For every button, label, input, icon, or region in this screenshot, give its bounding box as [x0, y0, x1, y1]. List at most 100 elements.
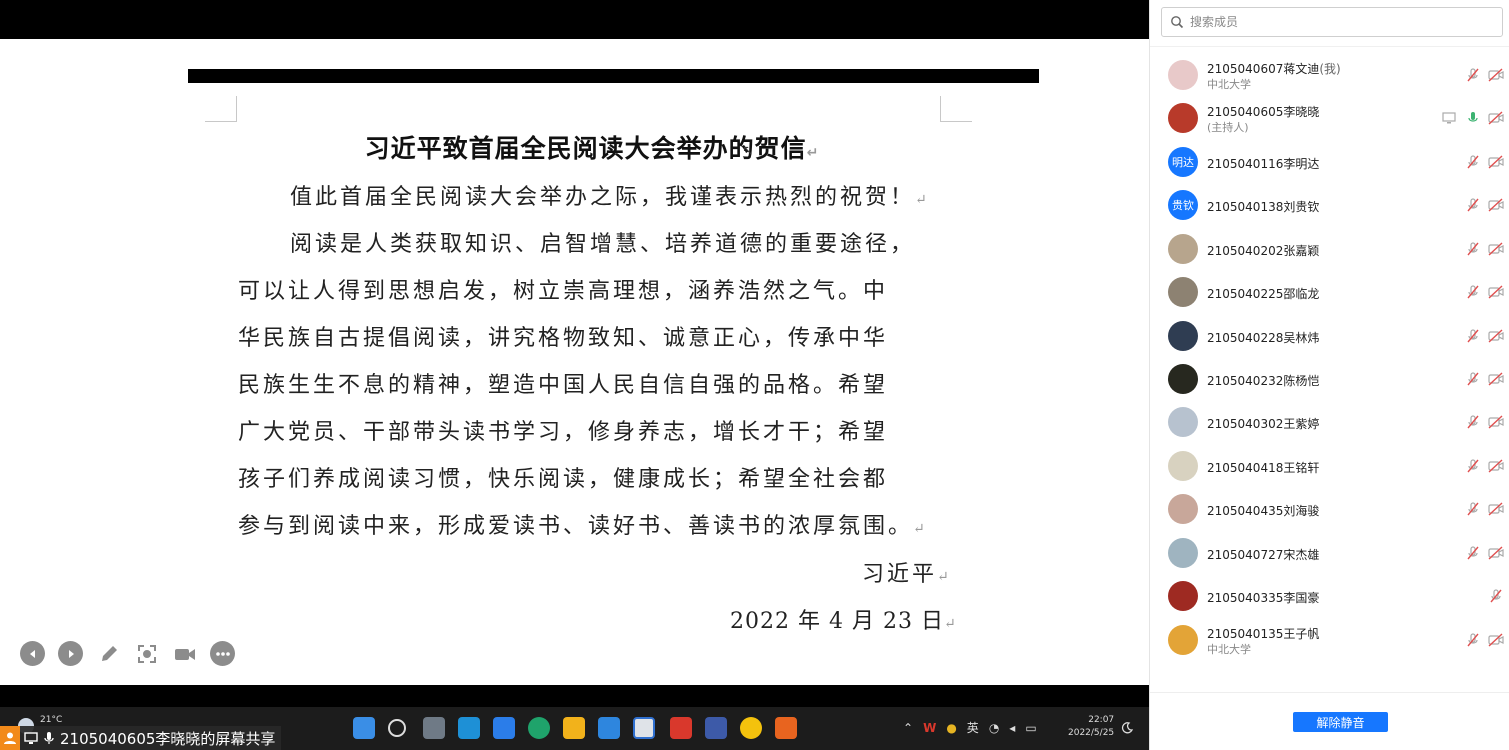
avatar: [1168, 407, 1198, 437]
wifi-icon[interactable]: ◔: [989, 721, 999, 735]
member-row[interactable]: 贵钦 2105040138刘贵钦: [1150, 185, 1509, 225]
avatar: [1168, 60, 1198, 90]
camera-icon[interactable]: [172, 641, 197, 666]
mic-muted-icon[interactable]: [1465, 241, 1481, 257]
screenshot-icon[interactable]: [134, 641, 159, 666]
member-name: 2105040435刘海骏: [1207, 502, 1319, 519]
mic-muted-icon[interactable]: [1465, 501, 1481, 517]
member-row[interactable]: 明达 2105040116李明达: [1150, 142, 1509, 182]
mic-muted-icon[interactable]: [1465, 458, 1481, 474]
camera-off-icon[interactable]: [1488, 632, 1504, 648]
member-row[interactable]: 2105040607蒋文迪(我) 中北大学: [1150, 55, 1509, 95]
input-method-indicator[interactable]: 英: [967, 719, 979, 736]
screen-share-status-icon[interactable]: [1441, 110, 1457, 126]
camera-off-icon[interactable]: [1488, 284, 1504, 300]
mic-muted-icon[interactable]: [1465, 414, 1481, 430]
mic-muted-icon[interactable]: [1465, 545, 1481, 561]
member-row[interactable]: 2105040335李国豪: [1150, 576, 1509, 616]
avatar: 贵钦: [1168, 190, 1198, 220]
task-view-icon[interactable]: [423, 717, 445, 739]
letter-line: 值此首届全民阅读大会举办之际，我谨表示热烈的祝贺！↵: [290, 185, 927, 210]
next-slide-icon[interactable]: [58, 641, 83, 666]
person-icon: [0, 726, 20, 750]
pen-icon[interactable]: [96, 641, 121, 666]
lanxin-icon[interactable]: [598, 717, 620, 739]
member-row[interactable]: 2105040225邵临龙: [1150, 272, 1509, 312]
letter-line: 民族生生不息的精神，塑造中国人民自信自强的品格。希望: [238, 373, 889, 398]
wps-icon[interactable]: [670, 717, 692, 739]
member-name-text: 2105040727宋杰雄: [1207, 548, 1320, 562]
mic-muted-icon[interactable]: [1465, 284, 1481, 300]
letter-line: 可以让人得到思想启发，树立崇高理想，涵养浩然之气。中: [238, 279, 889, 304]
tray-chevron-up-icon[interactable]: ⌃: [903, 721, 913, 735]
mic-muted-icon[interactable]: [1488, 588, 1504, 604]
member-search-input[interactable]: [1190, 15, 1490, 29]
member-row[interactable]: 2105040202张嘉颖: [1150, 229, 1509, 269]
camera-off-icon[interactable]: [1488, 110, 1504, 126]
camera-off-icon[interactable]: [1488, 154, 1504, 170]
camera-off-icon[interactable]: [1488, 501, 1504, 517]
prev-slide-icon[interactable]: [20, 641, 45, 666]
screen-share-icon[interactable]: [633, 717, 655, 739]
mic-muted-icon[interactable]: [1465, 67, 1481, 83]
unmute-all-button[interactable]: 解除静音: [1293, 712, 1388, 732]
member-row[interactable]: 2105040605李晓晓 (主持人): [1150, 98, 1509, 138]
letter-line: 参与到阅读中来，形成爱读书、读好书、善读书的浓厚氛围。↵: [238, 514, 925, 539]
member-row[interactable]: 2105040435刘海骏: [1150, 489, 1509, 529]
member-name: 2105040302王紫婷: [1207, 415, 1319, 432]
volume-icon[interactable]: ◂: [1009, 721, 1015, 735]
taskbar-clock[interactable]: 22:07 2022/5/25: [1068, 714, 1114, 740]
member-self-tag: (我): [1319, 62, 1341, 76]
letter-title: 习近平致首届全民阅读大会举办的贺信↵: [364, 134, 819, 163]
tray-wps-icon[interactable]: W: [923, 721, 936, 735]
member-row[interactable]: 2105040302王紫婷: [1150, 402, 1509, 442]
camera-off-icon[interactable]: [1488, 197, 1504, 213]
start-icon[interactable]: [353, 717, 375, 739]
notification-icon[interactable]: [1120, 721, 1134, 735]
slide-canvas: 习近平致首届全民阅读大会举办的贺信↵ ↖ 值此首届全民阅读大会举办之际，我谨表示…: [0, 39, 1149, 685]
meeting-app-icon[interactable]: [458, 717, 480, 739]
member-name: 2105040225邵临龙: [1207, 285, 1319, 302]
member-row[interactable]: 2105040135王子帆 中北大学: [1150, 620, 1509, 660]
file-explorer-icon[interactable]: [563, 717, 585, 739]
member-name-text: 2105040335李国豪: [1207, 591, 1320, 605]
member-row[interactable]: 2105040418王铭轩: [1150, 446, 1509, 486]
mic-muted-icon[interactable]: [1465, 632, 1481, 648]
avatar: [1168, 625, 1198, 655]
camera-off-icon[interactable]: [1488, 328, 1504, 344]
weather-temp[interactable]: 21°C: [40, 715, 62, 725]
avatar: [1168, 103, 1198, 133]
member-row[interactable]: 2105040232陈杨恺: [1150, 359, 1509, 399]
search-icon[interactable]: [388, 719, 406, 737]
member-row[interactable]: 2105040727宋杰雄: [1150, 533, 1509, 573]
camera-off-icon[interactable]: [1488, 241, 1504, 257]
member-name: 2105040335李国豪: [1207, 589, 1319, 606]
mic-muted-icon[interactable]: [1465, 328, 1481, 344]
camera-off-icon[interactable]: [1488, 67, 1504, 83]
member-name-text: 2105040607蒋文迪: [1207, 62, 1320, 76]
edge-icon[interactable]: [528, 717, 550, 739]
avatar: [1168, 277, 1198, 307]
tray-mic-icon[interactable]: ●: [946, 721, 956, 735]
member-search[interactable]: [1161, 7, 1503, 37]
chrome-icon[interactable]: [740, 717, 762, 739]
member-name: 2105040116李明达: [1207, 155, 1319, 172]
dev-tool-icon[interactable]: [705, 717, 727, 739]
battery-icon[interactable]: ▭: [1025, 721, 1036, 735]
camera-off-icon[interactable]: [1488, 545, 1504, 561]
mic-muted-icon[interactable]: [1465, 197, 1481, 213]
member-name-text: 2105040232陈杨恺: [1207, 374, 1320, 388]
camera-off-icon[interactable]: [1488, 458, 1504, 474]
slide-toolbar: [20, 641, 235, 666]
more-icon[interactable]: [210, 641, 235, 666]
mic-on-icon[interactable]: [1465, 110, 1481, 126]
mic-muted-icon[interactable]: [1465, 371, 1481, 387]
store-icon[interactable]: [493, 717, 515, 739]
member-name-text: 2105040605李晓晓: [1207, 105, 1320, 119]
ppt-icon[interactable]: [775, 717, 797, 739]
camera-off-icon[interactable]: [1488, 371, 1504, 387]
mic-muted-icon[interactable]: [1465, 154, 1481, 170]
panel-divider: [1150, 692, 1509, 693]
camera-off-icon[interactable]: [1488, 414, 1504, 430]
member-row[interactable]: 2105040228吴林炜: [1150, 316, 1509, 356]
